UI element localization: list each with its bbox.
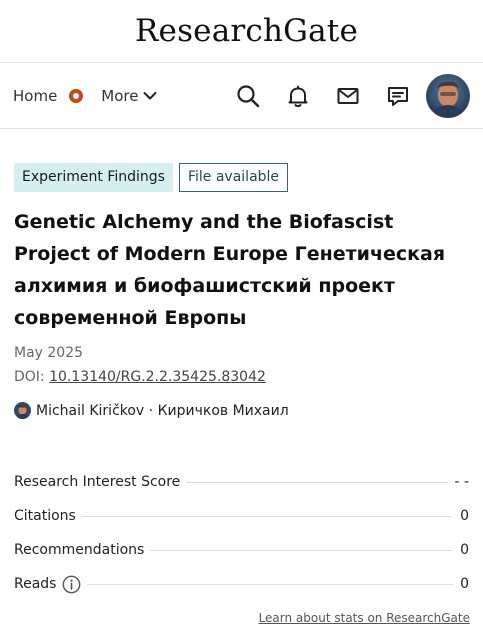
notification-dot-icon (69, 88, 84, 103)
doi-label: DOI: (14, 369, 50, 385)
stat-label: Citations (14, 508, 76, 524)
stat-row-recommendations: Recommendations 0 (14, 533, 469, 567)
nav-more-label: More (101, 86, 139, 105)
nav-icon-group (236, 73, 470, 118)
stat-divider (87, 583, 453, 585)
top-nav: Home More (0, 63, 483, 129)
publication-main: Experiment Findings File available Genet… (0, 163, 483, 601)
stat-value: 0 (460, 508, 469, 524)
learn-about-stats-link[interactable]: Learn about stats on ResearchGate (259, 611, 470, 625)
chevron-down-icon (143, 91, 157, 99)
brand-bar: ResearchGate (0, 0, 483, 63)
nav-home[interactable]: Home (13, 86, 84, 105)
stat-divider (150, 549, 453, 551)
stat-row-reads: Reads 0 (14, 567, 469, 601)
publication-badges: Experiment Findings File available (14, 163, 469, 192)
user-avatar[interactable] (426, 73, 470, 118)
stats-section: Research Interest Score - - Citations 0 … (14, 465, 469, 601)
publication-type-badge: Experiment Findings (14, 163, 173, 192)
stat-value: 0 (460, 542, 469, 558)
nav-home-label: Home (13, 86, 58, 105)
author-row[interactable]: Michail Kiričkov · Киричков Михаил (14, 402, 469, 419)
publication-doi: DOI: 10.13140/RG.2.2.35425.83042 (14, 369, 469, 385)
researchgate-logo[interactable]: ResearchGate (125, 13, 358, 49)
stat-value: 0 (460, 576, 469, 592)
stat-row-citations: Citations 0 (14, 499, 469, 533)
publication-date: May 2025 (14, 345, 84, 361)
stat-row-research-interest: Research Interest Score - - (14, 465, 469, 499)
file-available-badge[interactable]: File available (178, 163, 289, 192)
stat-divider (81, 515, 453, 517)
bell-icon[interactable] (286, 84, 310, 108)
stat-label: Recommendations (14, 542, 145, 558)
stat-label: Research Interest Score (14, 474, 181, 490)
author-avatar (14, 402, 31, 419)
search-icon[interactable] (236, 84, 260, 108)
nav-more[interactable]: More (101, 87, 157, 105)
stat-divider (186, 481, 449, 483)
stat-label: Reads (14, 576, 57, 592)
mail-icon[interactable] (336, 84, 360, 108)
stat-value: - - (454, 474, 469, 490)
chat-icon[interactable] (386, 84, 410, 108)
doi-link[interactable]: 10.13140/RG.2.2.35425.83042 (49, 369, 266, 385)
publication-title: Genetic Alchemy and the Biofascist Proje… (14, 211, 446, 329)
author-name: Michail Kiričkov · Киричков Михаил (36, 402, 289, 419)
info-icon[interactable] (62, 575, 81, 594)
